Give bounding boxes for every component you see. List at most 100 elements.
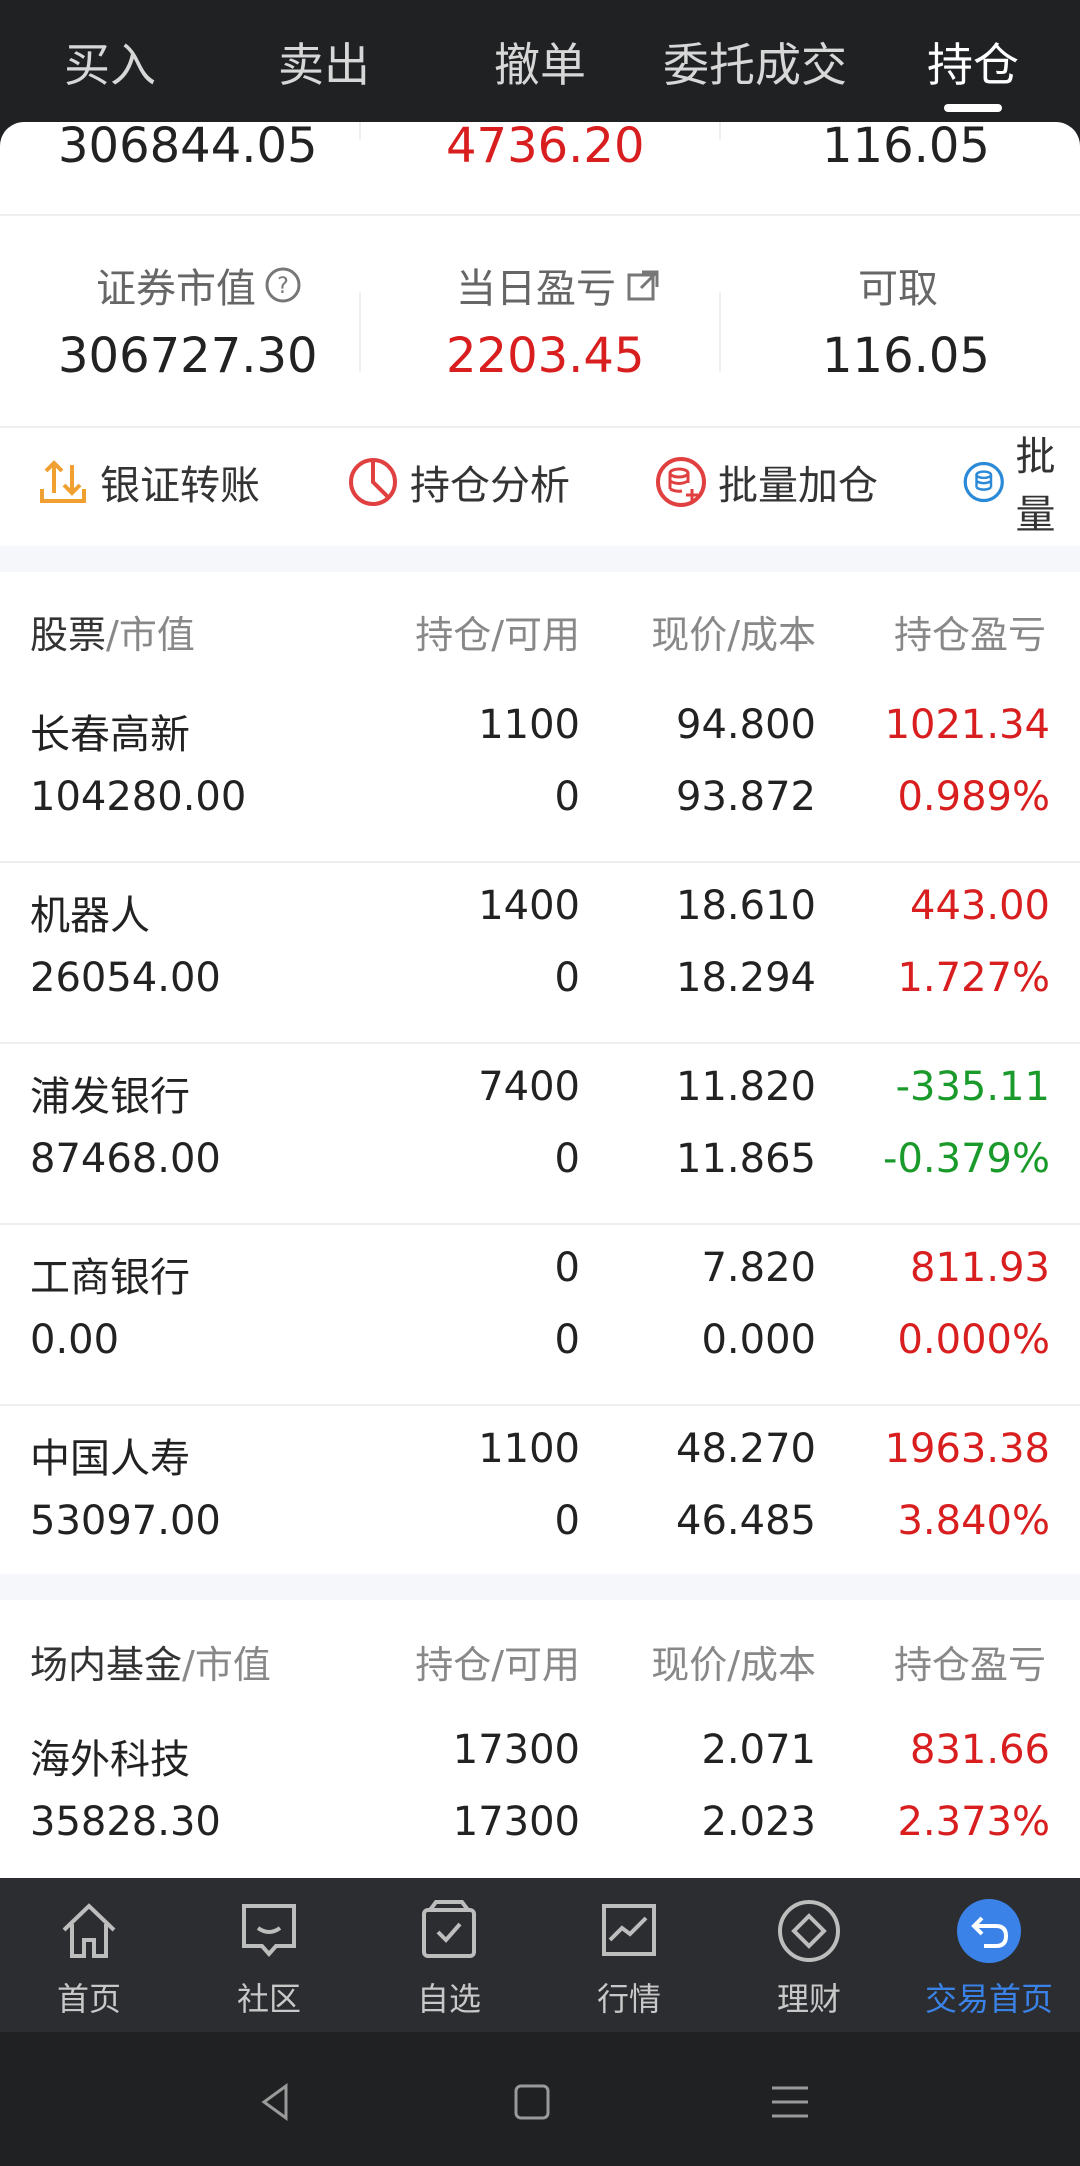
fund-hold: 17300 — [452, 1727, 580, 1773]
stock-pnl: 1963.38 — [884, 1426, 1050, 1472]
nav-wealth[interactable]: 理财 — [734, 1896, 884, 2020]
bank-transfer-button[interactable]: 银证转账 — [36, 442, 260, 522]
stock-pnl: 443.00 — [910, 883, 1050, 929]
stock-name: 机器人 — [30, 893, 150, 939]
wealth-icon — [778, 1900, 840, 1962]
stock-hold: 0 — [554, 1245, 580, 1291]
divider — [0, 214, 1080, 216]
funds-header-price: 现价/成本 — [651, 1643, 816, 1687]
fund-cost: 2.023 — [701, 1799, 816, 1845]
nav-home[interactable]: 首页 — [14, 1896, 164, 2020]
fund-price: 2.071 — [701, 1727, 816, 1773]
fund-row[interactable]: 海外科技 35828.30 17300 17300 2.071 2.023 831.66 2.… — [0, 1707, 1080, 1878]
stock-row[interactable]: 机器人 26054.00 1400 0 18.610 18.294 443.00 1.727% — [0, 863, 1080, 1044]
stock-avail: 0 — [554, 1317, 580, 1363]
batch-action-button[interactable]: 批量 — [962, 434, 1080, 538]
stock-name: 长春高新 — [30, 712, 190, 758]
pie-chart-icon — [349, 458, 397, 506]
stock-cost: 11.865 — [676, 1136, 816, 1182]
tab-cancel[interactable]: 撤单 — [470, 30, 610, 100]
stock-hold: 1400 — [478, 883, 580, 929]
stock-mv: 104280.00 — [30, 774, 247, 820]
stock-price: 11.820 — [676, 1064, 816, 1110]
divider — [359, 122, 361, 140]
stocks-header-holding: 持仓/可用 — [415, 613, 580, 657]
tab-positions[interactable]: 持仓 — [903, 30, 1043, 100]
batch-add-label: 批量加仓 — [718, 463, 878, 509]
stock-row[interactable]: 中国人寿 53097.00 1100 0 48.270 46.485 1963.38 3.84… — [0, 1406, 1080, 1587]
batch-add-button[interactable]: 批量加仓 — [654, 442, 878, 522]
top-tab-bar: 买入 卖出 撤单 委托成交 持仓 — [0, 0, 1080, 128]
positions-content: 306844.05 4736.20 116.05 证券市值 ? 当日盈亏 可取 … — [0, 122, 1080, 1878]
market-value-value: 306727.30 — [58, 328, 318, 384]
stock-row[interactable]: 长春高新 104280.00 1100 0 94.800 93.872 1021.34 0.9… — [0, 682, 1080, 863]
stock-pct: 0.000% — [897, 1317, 1050, 1363]
stock-pnl: 811.93 — [910, 1245, 1050, 1291]
back-icon[interactable] — [246, 2072, 306, 2132]
tab-sell[interactable]: 卖出 — [254, 30, 394, 100]
active-tab-indicator — [944, 104, 1002, 112]
nav-community[interactable]: 社区 — [194, 1896, 344, 2020]
funds-header-holding: 持仓/可用 — [415, 1643, 580, 1687]
nav-market[interactable]: 行情 — [554, 1896, 704, 2020]
stock-price: 94.800 — [676, 702, 816, 748]
stock-hold: 1100 — [478, 1426, 580, 1472]
stock-price: 18.610 — [676, 883, 816, 929]
tab-buy[interactable]: 买入 — [40, 30, 180, 100]
stock-pnl: 1021.34 — [884, 702, 1050, 748]
stock-row[interactable]: 浦发银行 87468.00 7400 0 11.820 11.865 -335.11 -0.3… — [0, 1044, 1080, 1225]
chat-icon — [242, 1904, 296, 1958]
day-pnl-label-text: 当日盈亏 — [456, 266, 616, 312]
total-assets-value: 306844.05 — [58, 122, 318, 174]
funds-header-pnl: 持仓盈亏 — [894, 1643, 1047, 1687]
nav-trade-home-label: 交易首页 — [924, 1980, 1053, 2018]
help-icon[interactable]: ? — [264, 266, 302, 304]
home-square-icon[interactable] — [502, 2072, 562, 2132]
stock-hold: 7400 — [478, 1064, 580, 1110]
fund-mv: 35828.30 — [30, 1799, 221, 1845]
stock-mv: 53097.00 — [30, 1498, 221, 1544]
divider — [719, 292, 721, 372]
stock-row[interactable]: 工商银行 0.00 0 0 7.820 0.000 811.93 0.000% — [0, 1225, 1080, 1406]
nav-watchlist[interactable]: 自选 — [374, 1896, 524, 2020]
stocks-header-price: 现价/成本 — [651, 613, 816, 657]
stock-cost: 0.000 — [701, 1317, 816, 1363]
bottom-nav: 首页 社区 自选 行情 理财 交易首页 — [0, 1878, 1080, 2032]
stocks-header-name: 股票/市值 — [30, 604, 195, 659]
section-separator — [0, 546, 1080, 572]
stock-pct: 0.989% — [897, 774, 1050, 820]
stock-mv: 26054.00 — [30, 955, 221, 1001]
position-analysis-button[interactable]: 持仓分析 — [346, 442, 570, 522]
market-value-label-text: 证券市值 — [96, 266, 256, 312]
menu-icon[interactable] — [760, 2072, 820, 2132]
section-separator — [0, 1574, 1080, 1600]
position-analysis-label: 持仓分析 — [410, 463, 570, 509]
stock-mv: 87468.00 — [30, 1136, 221, 1182]
nav-watchlist-label: 自选 — [416, 1980, 481, 2018]
coin-stack-icon — [963, 461, 1004, 503]
system-nav-bar — [0, 2032, 1080, 2166]
day-pnl-label[interactable]: 当日盈亏 — [456, 256, 662, 314]
nav-home-label: 首页 — [56, 1980, 121, 2018]
divider — [359, 292, 361, 372]
stock-hold: 1100 — [478, 702, 580, 748]
total-pnl-value: 4736.20 — [446, 122, 645, 174]
stock-name: 中国人寿 — [30, 1436, 190, 1482]
available-funds-value: 116.05 — [822, 122, 990, 174]
divider — [719, 122, 721, 140]
divider — [0, 426, 1080, 428]
fund-pct: 2.373% — [897, 1799, 1050, 1845]
withdrawable-label: 可取 — [858, 266, 938, 312]
home-icon — [62, 1903, 116, 1958]
stock-price: 7.820 — [701, 1245, 816, 1291]
nav-wealth-label: 理财 — [776, 1980, 841, 2018]
return-icon — [957, 1899, 1021, 1963]
withdrawable-value: 116.05 — [822, 328, 990, 384]
nav-market-label: 行情 — [596, 1980, 661, 2018]
external-link-icon[interactable] — [624, 266, 662, 304]
nav-trade-home[interactable]: 交易首页 — [914, 1896, 1064, 2020]
stocks-header-pnl: 持仓盈亏 — [894, 613, 1047, 657]
stocks-header-subtitle: /市值 — [106, 613, 195, 657]
tab-orders[interactable]: 委托成交 — [655, 30, 855, 100]
stock-name: 浦发银行 — [30, 1074, 190, 1120]
